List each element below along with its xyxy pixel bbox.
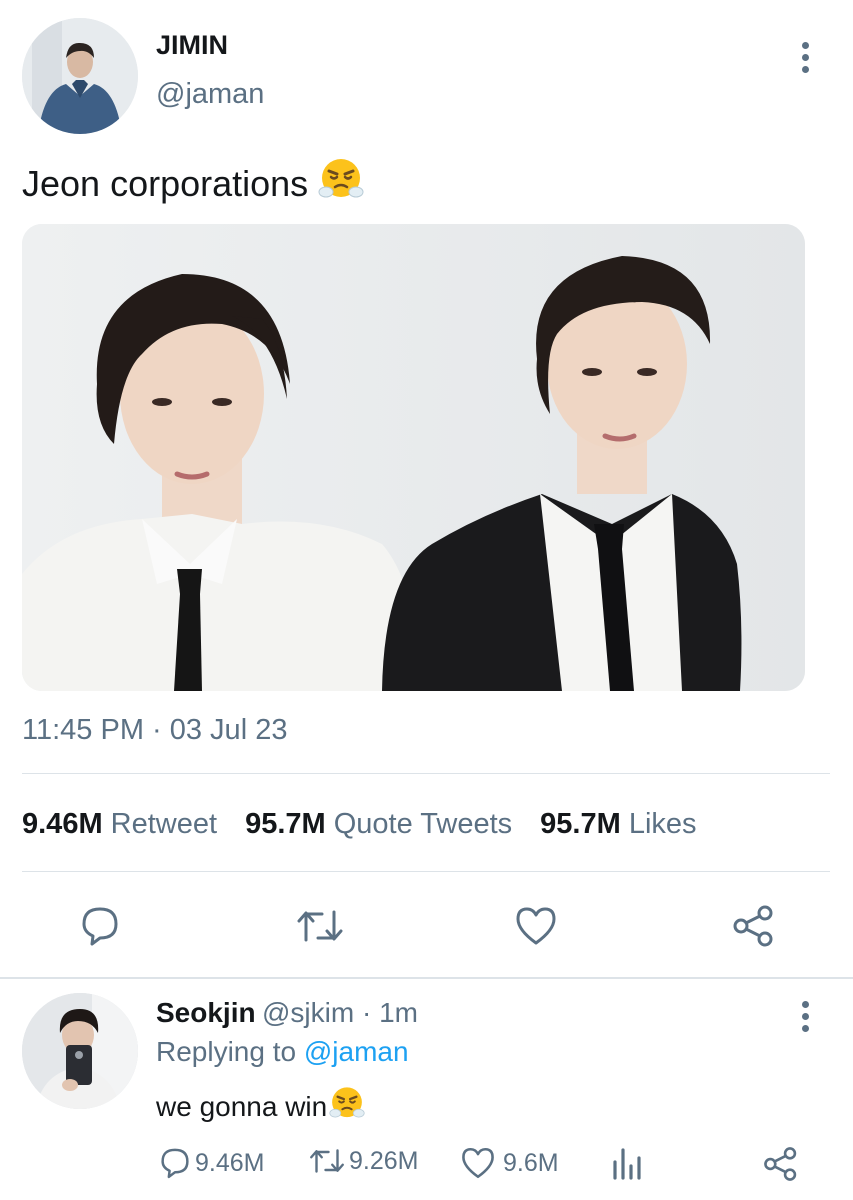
share-button[interactable] (732, 904, 776, 953)
likes-stat[interactable]: 95.7M Likes (540, 808, 724, 840)
meta-separator: · (361, 997, 372, 1028)
reply-like-count: 9.6M (503, 1148, 559, 1177)
heart-icon (462, 1147, 494, 1179)
reply-meta: @sjkim · 1m (262, 997, 418, 1029)
reply-reply-count: 9.46M (195, 1148, 265, 1177)
tweet-text: Jeon corporations (22, 156, 364, 211)
replying-to: Replying to @jaman (156, 1036, 409, 1068)
divider (22, 871, 830, 872)
reply-retweet-count: 9.26M (349, 1146, 419, 1175)
more-options-icon[interactable] (802, 42, 810, 78)
reply-text-content: we gonna win (156, 1090, 328, 1122)
author-avatar[interactable] (22, 18, 138, 134)
retweets-label: Retweet (110, 808, 218, 840)
reply-author-name[interactable]: Seokjin (156, 997, 256, 1029)
tweet-stats: 9.46M Retweet 95.7M Quote Tweets 95.7M Lik… (22, 808, 725, 841)
heart-icon (516, 907, 556, 945)
share-icon (733, 905, 773, 947)
retweet-icon (297, 910, 343, 942)
reply-author-avatar[interactable] (22, 993, 138, 1109)
reply-icon (161, 1148, 189, 1179)
reply-like-button[interactable]: 9.6M (460, 1146, 559, 1180)
reply-time[interactable]: 1m (379, 997, 418, 1028)
retweets-stat[interactable]: 9.46M Retweet (22, 808, 245, 840)
retweet-button[interactable] (296, 906, 344, 951)
reply-analytics-button[interactable] (611, 1146, 646, 1180)
reply-button[interactable] (78, 904, 122, 953)
likes-label: Likes (628, 808, 697, 840)
steam-from-nose-emoji-icon (318, 156, 364, 211)
replying-to-prefix: Replying to (156, 1036, 297, 1067)
author-name[interactable]: JIMIN (156, 30, 228, 61)
quote-tweets-stat[interactable]: 95.7M Quote Tweets (245, 808, 540, 840)
steam-from-nose-emoji-icon (329, 1085, 365, 1128)
tweet-timestamp[interactable]: 11:45 PM · 03 Jul 23 (22, 714, 287, 747)
reply-icon (82, 907, 118, 946)
reply-reply-button[interactable]: 9.46M (158, 1146, 264, 1180)
share-icon (764, 1147, 797, 1181)
section-divider (0, 977, 853, 979)
reply-text: we gonna win (156, 1085, 365, 1128)
replying-to-handle-link[interactable]: @jaman (304, 1036, 409, 1067)
analytics-bars-icon (613, 1148, 641, 1180)
retweet-icon (310, 1149, 344, 1173)
reply-more-options-icon[interactable] (802, 1001, 810, 1037)
quote-tweets-count: 95.7M (245, 808, 326, 840)
tweet-text-content: Jeon corporations (22, 162, 309, 204)
quote-tweets-label: Quote Tweets (333, 808, 513, 840)
divider (22, 773, 830, 774)
likes-count: 95.7M (540, 808, 621, 840)
reply-retweet-button[interactable]: 9.26M (308, 1146, 418, 1176)
like-button[interactable] (514, 905, 558, 952)
reply-share-button[interactable] (763, 1146, 802, 1182)
tweet-media-photo[interactable] (22, 224, 805, 691)
reply-author-handle[interactable]: @sjkim (262, 997, 354, 1028)
retweets-count: 9.46M (22, 808, 103, 840)
author-handle[interactable]: @jaman (156, 78, 264, 111)
